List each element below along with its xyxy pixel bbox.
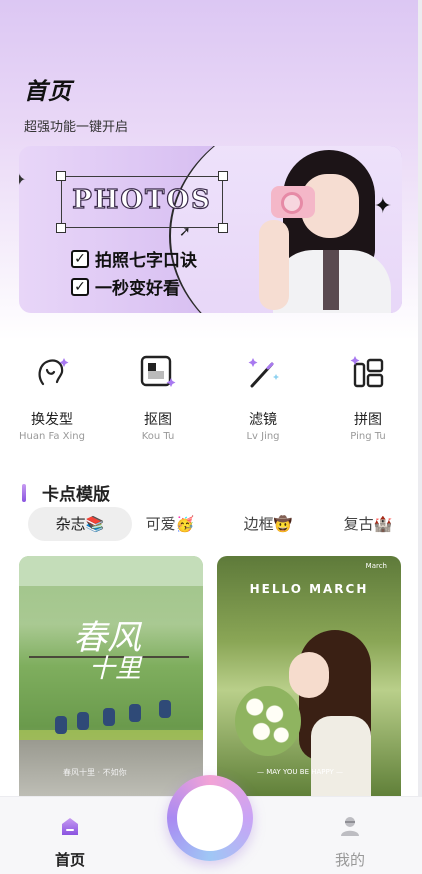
cursor-icon: ➚ — [179, 224, 191, 240]
tab-border[interactable]: 边框🤠 — [228, 507, 308, 541]
feature-sublabel: Kou Tu — [141, 431, 175, 442]
feature-label: 拼图 — [354, 412, 382, 428]
hairstyle-icon — [33, 354, 71, 392]
banner-check-line-2: ✓ 一秒变好看 — [71, 274, 180, 299]
feature-label: 换发型 — [31, 412, 73, 428]
banner-line-1: 拍照七字口诀 — [95, 251, 197, 271]
checkbox-icon: ✓ — [71, 277, 89, 296]
feature-cutout[interactable]: 抠图 Kou Tu — [118, 354, 198, 442]
template-card[interactable]: March HELLO MARCH — MAY YOU BE HAPPY — — [217, 556, 401, 800]
checkbox-icon: ✓ — [71, 249, 89, 268]
tab-magazine[interactable]: 杂志📚 — [28, 507, 132, 541]
capture-button[interactable] — [167, 775, 253, 861]
section-header: 卡点模版 — [22, 480, 110, 505]
resize-handle — [56, 171, 66, 181]
filter-wand-icon — [244, 354, 282, 392]
feature-grid: 换发型 Huan Fa Xing 抠图 Kou Tu 滤镜 Lv Jing 拼图… — [0, 354, 422, 444]
resize-handle — [218, 171, 228, 181]
capture-button-inner — [177, 785, 243, 851]
section-accent-bar — [22, 483, 26, 502]
feature-filter[interactable]: 滤镜 Lv Jing — [223, 354, 303, 442]
card-tag: March — [365, 562, 387, 570]
tab-home[interactable]: 首页 — [40, 815, 100, 870]
profile-icon — [339, 815, 361, 837]
card-calligraphy: 十里 — [89, 654, 142, 684]
card-caption: — MAY YOU BE HAPPY — — [257, 768, 344, 776]
section-title: 卡点模版 — [42, 485, 110, 505]
star-icon: ✦ — [19, 170, 27, 189]
tab-retro[interactable]: 复古🏰 — [328, 507, 408, 541]
promo-banner[interactable]: ✦ PHOTOS ➚ ✓ 拍照七字口诀 ✓ 一秒变好看 ✦ — [19, 146, 402, 313]
feature-hairstyle[interactable]: 换发型 Huan Fa Xing — [12, 354, 92, 442]
feature-sublabel: Lv Jing — [246, 431, 280, 442]
header: 首页 超强功能一键开启 — [24, 72, 128, 135]
tab-label: 首页 — [54, 851, 85, 869]
tab-mine[interactable]: 我的 — [320, 815, 380, 870]
photos-text-box: PHOTOS — [56, 171, 228, 233]
card-caption: 春风十里 · 不如你 — [63, 768, 127, 777]
banner-line-2: 一秒变好看 — [95, 279, 180, 299]
tab-cute[interactable]: 可爱🥳 — [130, 507, 210, 541]
feature-collage[interactable]: 拼图 Ping Tu — [328, 354, 408, 442]
tab-label: 我的 — [334, 851, 365, 869]
sparkle-icon: ✦ — [373, 194, 392, 219]
template-card[interactable]: 春风 十里 春风十里 · 不如你 — [19, 556, 203, 800]
page-title: 首页 — [24, 79, 72, 105]
feature-sublabel: Huan Fa Xing — [19, 431, 85, 442]
template-tabs: 杂志📚 可爱🥳 边框🤠 复古🏰 — [28, 507, 408, 541]
home-icon — [59, 815, 81, 837]
card-title: HELLO MARCH — [249, 582, 369, 596]
resize-handle — [56, 223, 66, 233]
feature-sublabel: Ping Tu — [350, 431, 386, 442]
banner-model-photo — [259, 150, 399, 313]
feature-label: 滤镜 — [249, 412, 277, 428]
collage-icon — [349, 354, 387, 392]
resize-handle — [218, 223, 228, 233]
feature-label: 抠图 — [144, 412, 172, 428]
page-subtitle: 超强功能一键开启 — [24, 120, 129, 135]
cutout-icon — [139, 354, 177, 392]
banner-check-line-1: ✓ 拍照七字口诀 — [71, 246, 197, 271]
photos-title: PHOTOS — [72, 184, 212, 215]
